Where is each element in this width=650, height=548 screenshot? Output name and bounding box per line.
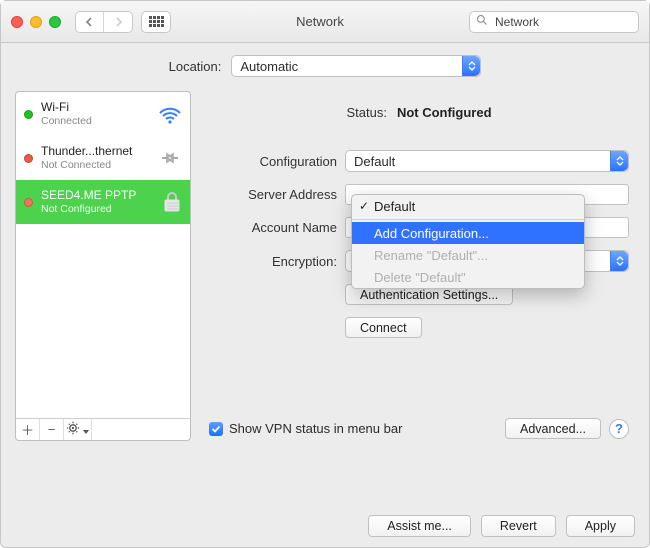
server-address-label: Server Address <box>209 187 337 202</box>
configuration-label: Configuration <box>209 154 337 169</box>
menu-separator <box>352 219 584 220</box>
ethernet-icon <box>158 148 182 168</box>
back-forward-segment <box>75 11 133 33</box>
lock-icon <box>162 191 182 213</box>
configuration-menu: Default Add Configuration... Rename "Def… <box>351 194 585 289</box>
location-value: Automatic <box>232 59 462 74</box>
service-list: Wi-Fi Connected <box>15 91 191 441</box>
traffic-lights <box>11 16 61 28</box>
back-button[interactable] <box>76 12 104 32</box>
encryption-label: Encryption: <box>209 254 337 269</box>
chevron-up-down-icon <box>610 251 628 271</box>
status-label: Status: <box>346 105 386 120</box>
menu-item-label: Delete "Default" <box>374 270 466 285</box>
remove-service-button[interactable]: − <box>40 419 64 440</box>
search-field[interactable]: ✕ <box>469 11 639 33</box>
service-vpn-seed4me[interactable]: SEED4.ME PPTP Not Configured <box>16 180 190 224</box>
configuration-row: Configuration Default <box>209 150 629 172</box>
connect-button[interactable]: Connect <box>345 317 422 338</box>
service-wifi[interactable]: Wi-Fi Connected <box>16 92 190 136</box>
service-status: Not Configured <box>41 203 136 215</box>
forward-button[interactable] <box>104 12 132 32</box>
revert-button[interactable]: Revert <box>481 515 556 537</box>
location-popup[interactable]: Automatic <box>231 55 481 77</box>
service-name: Thunder...thernet <box>41 145 132 159</box>
search-input[interactable] <box>493 14 650 30</box>
show-all-button[interactable] <box>141 11 171 33</box>
configuration-value: Default <box>346 154 610 169</box>
bottom-row: Show VPN status in menu bar Advanced... … <box>209 418 629 439</box>
service-name: Wi-Fi <box>41 101 92 115</box>
service-status: Connected <box>41 115 92 127</box>
location-row: Location: Automatic <box>15 55 635 77</box>
service-list-footer: ＋ − <box>16 418 190 440</box>
minimize-icon[interactable] <box>30 16 42 28</box>
add-service-button[interactable]: ＋ <box>16 419 40 440</box>
apply-button[interactable]: Apply <box>566 515 635 537</box>
menu-item-label: Add Configuration... <box>374 226 489 241</box>
assist-me-button[interactable]: Assist me... <box>368 515 471 537</box>
account-name-label: Account Name <box>209 220 337 235</box>
menu-item-default[interactable]: Default <box>352 195 584 217</box>
connect-row: Connect <box>209 317 629 338</box>
service-thunderbolt-ethernet[interactable]: Thunder...thernet Not Connected <box>16 136 190 180</box>
zoom-icon[interactable] <box>49 16 61 28</box>
search-icon <box>476 14 488 29</box>
configuration-popup[interactable]: Default <box>345 150 629 172</box>
wifi-icon <box>158 104 182 124</box>
help-button[interactable]: ? <box>609 419 629 439</box>
menu-item-label: Default <box>374 199 415 214</box>
window-title: Network <box>179 14 461 29</box>
help-icon: ? <box>615 421 623 436</box>
close-icon[interactable] <box>11 16 23 28</box>
location-label: Location: <box>169 59 222 74</box>
menu-item-delete-default: Delete "Default" <box>352 266 584 288</box>
chevron-down-icon <box>83 422 89 437</box>
chevron-up-down-icon <box>610 151 628 171</box>
checkbox-checked-icon <box>209 422 223 436</box>
menu-item-add-configuration[interactable]: Add Configuration... <box>352 222 584 244</box>
status-dot-red-icon <box>24 154 33 163</box>
menu-item-rename-default: Rename "Default"... <box>352 244 584 266</box>
service-status: Not Connected <box>41 159 132 171</box>
advanced-button[interactable]: Advanced... <box>505 418 601 439</box>
service-name: SEED4.ME PPTP <box>41 189 136 203</box>
chevron-up-down-icon <box>462 56 480 76</box>
service-actions-button[interactable] <box>64 419 92 440</box>
status-value: Not Configured <box>397 105 492 120</box>
service-list-scroll[interactable]: Wi-Fi Connected <box>16 92 190 418</box>
footer-buttons: Assist me... Revert Apply <box>368 515 635 537</box>
checkbox-label: Show VPN status in menu bar <box>229 421 402 436</box>
menu-item-label: Rename "Default"... <box>374 248 488 263</box>
show-vpn-status-checkbox[interactable]: Show VPN status in menu bar <box>209 421 402 436</box>
titlebar: Network ✕ <box>1 1 649 43</box>
grid-icon <box>149 16 164 27</box>
status-row: Status: Not Configured <box>209 105 629 120</box>
status-dot-green-icon <box>24 110 33 119</box>
gear-icon <box>67 421 81 438</box>
network-prefpane-window: Network ✕ Location: Automatic <box>0 0 650 548</box>
status-dot-red-icon <box>24 198 33 207</box>
